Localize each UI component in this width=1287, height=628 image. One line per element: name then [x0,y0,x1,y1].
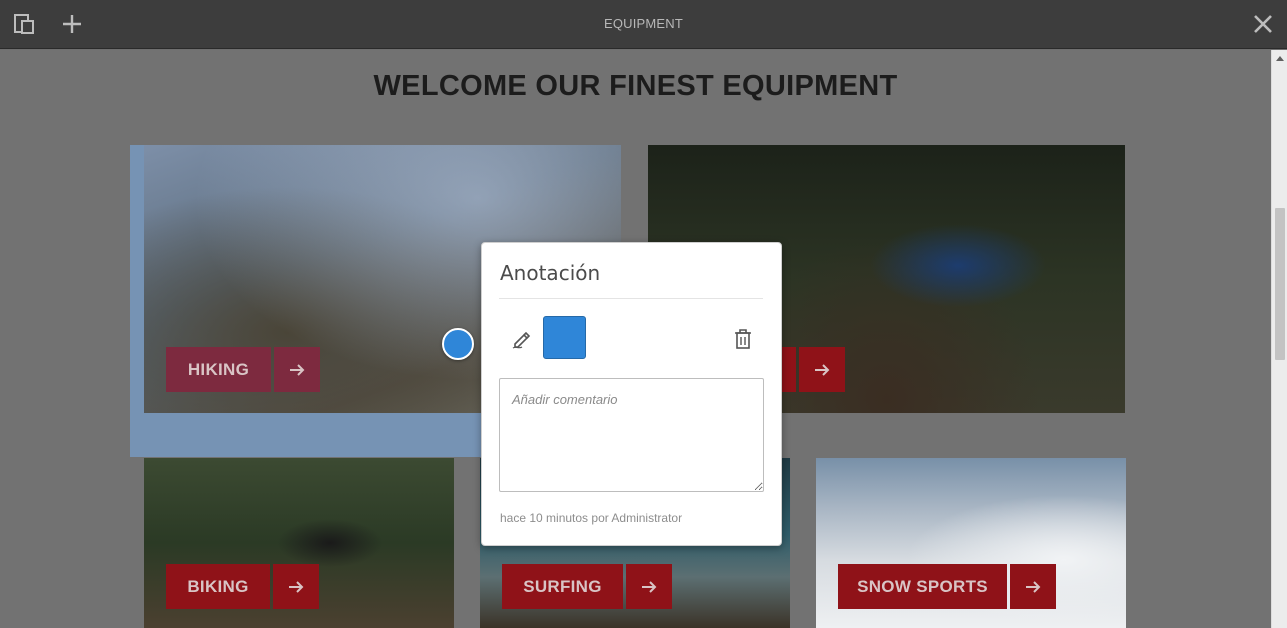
annotation-divider [499,298,763,299]
toolbar-title: EQUIPMENT [603,16,684,31]
biking-cta[interactable]: BIKING [166,564,319,609]
snow-sports-button-label[interactable]: SNOW SPORTS [838,564,1007,609]
scroll-up-icon[interactable] [1276,56,1284,61]
biking-button-label[interactable]: BIKING [166,564,270,609]
annotation-comment-input[interactable] [499,378,764,492]
annotation-color-swatch[interactable] [543,316,586,359]
arrow-right-icon [1026,580,1041,593]
arrow-right-icon [815,363,830,376]
surfing-arrow-button[interactable] [626,564,672,609]
hiking-button-label[interactable]: HIKING [166,347,271,392]
snow-sports-arrow-button[interactable] [1010,564,1056,609]
annotation-title: Anotación [500,261,601,285]
top-toolbar: EQUIPMENT [0,0,1287,49]
snow-sports-cta[interactable]: SNOW SPORTS [838,564,1056,609]
scrollbar-thumb[interactable] [1275,208,1285,360]
hiking-arrow-button[interactable] [274,347,320,392]
arrow-right-icon [642,580,657,593]
arrow-right-icon [290,363,305,376]
pen-icon[interactable] [510,327,534,351]
hiking-cta[interactable]: HIKING [166,347,320,392]
annotation-popover: Anotación hace 10 minutos por Administra… [481,242,782,546]
arrow-right-icon [289,580,304,593]
annotation-meta: hace 10 minutos por Administrator [500,511,683,525]
close-icon[interactable] [1251,12,1275,36]
surfing-cta[interactable]: SURFING [502,564,672,609]
annotation-pin[interactable] [442,328,474,360]
page-heading: WELCOME OUR FINEST EQUIPMENT [373,70,898,102]
biking-arrow-button[interactable] [273,564,319,609]
surfing-button-label[interactable]: SURFING [502,564,623,609]
runner-arrow-button[interactable] [799,347,845,392]
page-scrollbar[interactable] [1271,50,1287,628]
trash-icon[interactable] [732,327,754,351]
